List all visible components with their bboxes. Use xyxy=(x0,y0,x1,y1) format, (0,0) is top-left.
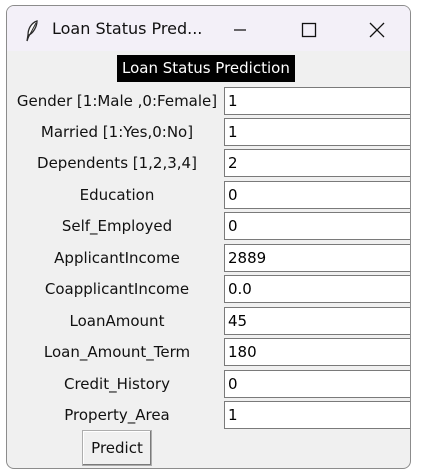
education-label: Education xyxy=(79,186,155,204)
coapplicant-income-input[interactable] xyxy=(224,275,410,303)
property-area-input[interactable] xyxy=(224,401,410,429)
education-input[interactable] xyxy=(224,181,410,209)
credit-history-label: Credit_History xyxy=(64,375,170,393)
loan-amount-label: LoanAmount xyxy=(69,312,165,330)
loan-amount-term-label: Loan_Amount_Term xyxy=(43,343,191,361)
self-employed-label: Self_Employed xyxy=(61,217,173,235)
loan-amount-input[interactable] xyxy=(224,307,410,335)
app-window: Loan Status Pred... Loan Status Predicti… xyxy=(6,5,411,469)
self-employed-input[interactable] xyxy=(224,212,410,240)
maximize-button[interactable] xyxy=(285,6,331,51)
gender-label: Gender [1:Male ,0:Female] xyxy=(16,92,218,110)
minimize-button[interactable] xyxy=(217,6,263,51)
page-title: Loan Status Prediction xyxy=(117,55,295,82)
credit-history-input[interactable] xyxy=(224,370,410,398)
married-label: Married [1:Yes,0:No] xyxy=(40,123,194,141)
loan-amount-term-input[interactable] xyxy=(224,338,410,366)
applicant-income-input[interactable] xyxy=(224,244,410,272)
maximize-icon xyxy=(301,22,317,38)
dependents-label: Dependents [1,2,3,4] xyxy=(37,154,197,172)
applicant-income-label: ApplicantIncome xyxy=(54,249,180,267)
close-icon xyxy=(369,22,385,38)
dependents-input[interactable] xyxy=(224,149,410,177)
title-bar[interactable]: Loan Status Pred... xyxy=(7,6,410,51)
close-button[interactable] xyxy=(353,6,399,51)
feather-icon xyxy=(26,20,38,42)
predict-button[interactable]: Predict xyxy=(82,430,152,466)
property-area-label: Property_Area xyxy=(64,406,170,424)
married-input[interactable] xyxy=(224,118,410,146)
minimize-icon xyxy=(234,29,246,31)
gender-input[interactable] xyxy=(224,87,410,115)
window-title: Loan Status Pred... xyxy=(52,19,203,38)
coapplicant-income-label: CoapplicantIncome xyxy=(44,280,190,298)
